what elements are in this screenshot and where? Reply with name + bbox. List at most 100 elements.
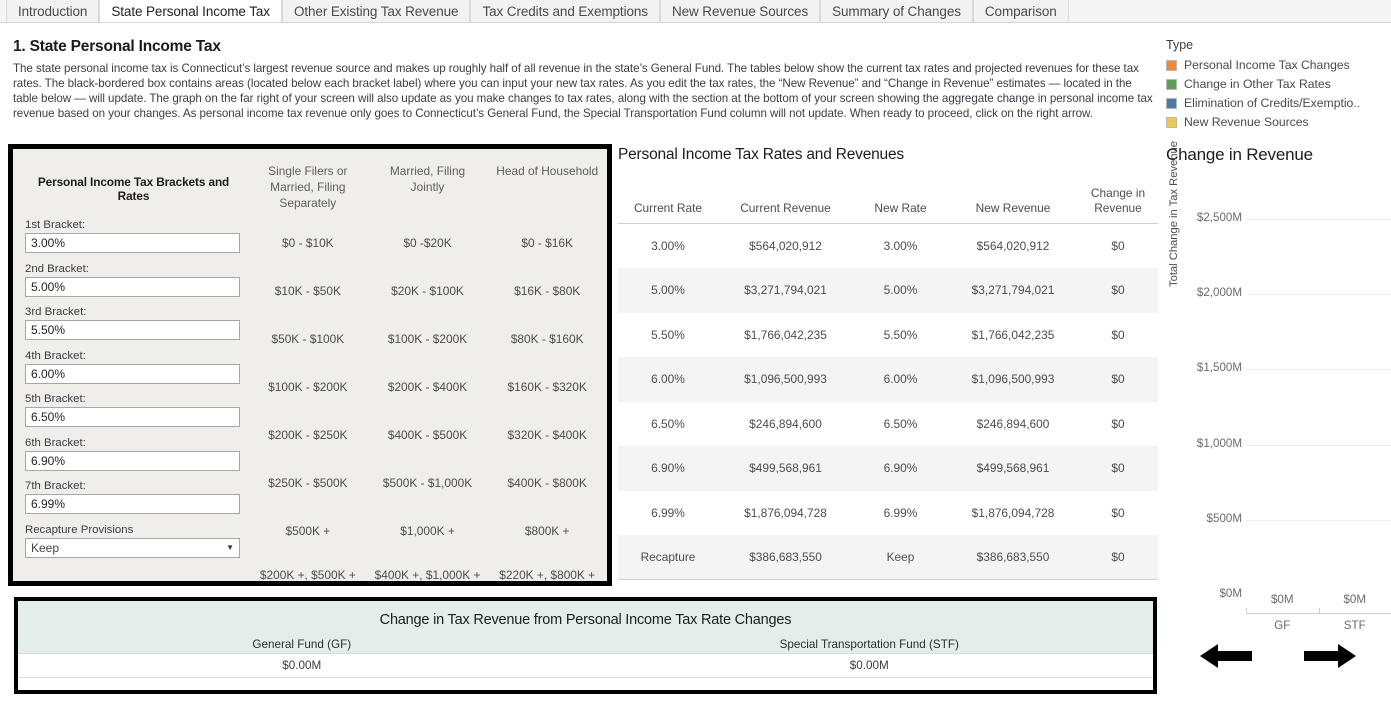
summary-column-value: $0.00M (282, 659, 322, 672)
legend: Type Personal Income Tax Changes Change i… (1166, 38, 1391, 132)
table-cell: $0 (1078, 268, 1158, 313)
arrow-right-icon[interactable] (1302, 640, 1358, 677)
bracket-range-cell: $20K - $100K (391, 284, 464, 298)
table-cell: $1,096,500,993 (948, 357, 1078, 402)
bracket-range-column: Single Filers or Married, Filing Separat… (248, 163, 368, 582)
table-cell: 6.50% (883, 416, 918, 431)
legend-item[interactable]: Elimination of Credits/Exemptio.. (1166, 94, 1391, 112)
chart-x-category-label: GF (1274, 619, 1291, 632)
bracket-rate-input[interactable]: 6.90% (25, 450, 240, 471)
table-column-header: New Rate (853, 186, 948, 224)
legend-item[interactable]: Personal Income Tax Changes (1166, 56, 1391, 74)
bracket-field-label: 7th Bracket: (25, 480, 86, 492)
bracket-field: 6th Bracket: 6.90% (25, 437, 248, 471)
table-cell: $1,096,500,993 (718, 357, 853, 402)
chart-y-tick-label: $1,500M (1196, 361, 1242, 375)
bracket-range-cell: $400K - $500K (387, 428, 468, 442)
table-row: 6.00% $1,096,500,993 6.00% $1,096,500,993 $0 (618, 357, 1158, 402)
table-row: 6.90% $499,568,961 6.90% $499,568,961 $0 (618, 446, 1158, 491)
recapture-select[interactable]: Keep ▼ (25, 537, 240, 558)
tab-introduction[interactable]: Introduction (6, 0, 100, 22)
bracket-range-cell: $50K - $100K (271, 332, 345, 346)
table-header-row: Current Rate Current Revenue New Rate New R… (618, 186, 1158, 224)
bracket-column-header: Married, Filing Jointly (389, 164, 466, 194)
bracket-field-label: 4th Bracket: (25, 349, 86, 362)
bracket-field-label: 6th Bracket: (25, 436, 86, 449)
table-cell: $564,020,912 (749, 239, 822, 253)
revenue-table-panel: Personal Income Tax Rates and Revenues C… (618, 146, 1158, 580)
bracket-range-cell: $500K - $1,000K (382, 476, 473, 490)
revenue-table-title: Personal Income Tax Rates and Revenues (618, 146, 904, 163)
legend-color-swatch (1166, 59, 1177, 71)
tab-summary-of-changes[interactable]: Summary of Changes (820, 0, 973, 22)
tab-state-personal-income-tax[interactable]: State Personal Income Tax (99, 0, 282, 22)
legend-item[interactable]: New Revenue Sources (1166, 113, 1391, 131)
legend-color-swatch (1166, 116, 1177, 128)
table-cell: $3,271,794,021 (948, 268, 1078, 313)
table-cell: $0 (1078, 446, 1158, 491)
summary-title: Change in Tax Revenue from Personal Inco… (379, 612, 792, 628)
arrow-left-icon[interactable] (1198, 640, 1254, 677)
table-cell: 3.00% (651, 239, 685, 253)
table-row: 6.50% $246,894,600 6.50% $246,894,600 $0 (618, 402, 1158, 447)
summary-column-header: General Fund (GF) (252, 638, 352, 651)
table-cell: $499,568,961 (718, 446, 853, 491)
table-row: 6.99% $1,876,094,728 6.99% $1,876,094,728 $0 (618, 491, 1158, 536)
table-cell: $0 (1111, 416, 1125, 431)
tab-new-revenue-sources[interactable]: New Revenue Sources (659, 0, 821, 22)
bracket-rate-input[interactable]: 6.50% (25, 407, 240, 427)
table-cell: $1,876,094,728 (744, 505, 827, 520)
chart-gridline (1246, 369, 1391, 371)
page-title: 1. State Personal Income Tax (13, 38, 221, 55)
bracket-ranges-columns: Single Filers or Married, Filing Separat… (248, 149, 607, 582)
bracket-field-label: 2nd Bracket: (25, 262, 89, 275)
table-cell: 6.90% (618, 446, 718, 491)
bracket-rate-input[interactable]: 5.00% (25, 276, 240, 297)
bracket-field-label: 5th Bracket: (25, 393, 86, 405)
summary-panel: Change in Tax Revenue from Personal Inco… (14, 597, 1157, 694)
change-in-revenue-chart: Change in Revenue Total Change in Tax Re… (1166, 141, 1391, 632)
bracket-rate-input[interactable]: 5.50% (25, 320, 240, 340)
recapture-field: Recapture Provisions Keep ▼ (25, 524, 248, 558)
bracket-rate-input[interactable]: 6.00% (25, 363, 240, 384)
table-cell: Keep (853, 535, 948, 580)
recapture-label: Recapture Provisions (25, 523, 134, 536)
chevron-down-icon: ▼ (226, 542, 234, 552)
bracket-rate-input[interactable]: 3.00% (25, 233, 240, 253)
summary-column-value: $0.00M (849, 659, 889, 672)
table-row: Recapture $386,683,550 Keep $386,683,550 $0 (618, 535, 1158, 580)
chart-x-tick (1318, 608, 1320, 614)
summary-values-row: $0.00M $0.00M (18, 653, 1153, 672)
table-cell: $386,683,550 (948, 535, 1078, 580)
chart-gridline (1246, 294, 1391, 296)
legend-item[interactable]: Change in Other Tax Rates (1166, 75, 1391, 93)
table-column-header: Current Revenue (718, 186, 853, 224)
bracket-range-cell: $500K + (285, 524, 331, 538)
bracket-range-cell: $800K + (524, 524, 570, 538)
bracket-field-label: 3rd Bracket: (25, 306, 87, 318)
chart-x-tick (1246, 608, 1247, 614)
tab-tax-credits-and-exemptions[interactable]: Tax Credits and Exemptions (470, 0, 660, 22)
legend-item-label: Elimination of Credits/Exemptio.. (1184, 96, 1361, 110)
chart-plot-area: Total Change in Tax Revenue $2,500M $2,00… (1166, 141, 1391, 632)
bracket-range-cell: $80K - $160K (510, 332, 584, 346)
table-column-header: New Revenue (948, 186, 1078, 224)
table-cell: 6.00% (853, 357, 948, 402)
chart-x-category-label: STF (1343, 619, 1366, 632)
chart-y-tick-label: $500M (1206, 511, 1242, 525)
bracket-field: 5th Bracket: 6.50% (25, 393, 248, 427)
recapture-select-value: Keep (31, 540, 60, 555)
bracket-range-cell: $200K - $250K (268, 428, 348, 442)
bracket-rate-input[interactable]: 6.99% (25, 494, 240, 514)
bracket-range-cell: $100K - $200K (387, 332, 468, 346)
table-cell: $0 (1111, 327, 1125, 342)
bracket-field: 3rd Bracket: 5.50% (25, 306, 248, 340)
table-cell: $0 (1078, 535, 1158, 580)
tab-comparison[interactable]: Comparison (972, 0, 1069, 22)
tab-bar: Introduction State Personal Income Tax Oth… (0, 0, 1391, 23)
tab-other-existing-tax-revenue[interactable]: Other Existing Tax Revenue (281, 0, 471, 22)
chart-y-tick-label: $2,500M (1196, 211, 1242, 224)
table-row: 5.50% $1,766,042,235 5.50% $1,766,042,235 $0 (618, 313, 1158, 358)
bracket-column-header: Head of Household (496, 164, 599, 178)
chart-y-tick-label: $2,000M (1196, 286, 1242, 300)
